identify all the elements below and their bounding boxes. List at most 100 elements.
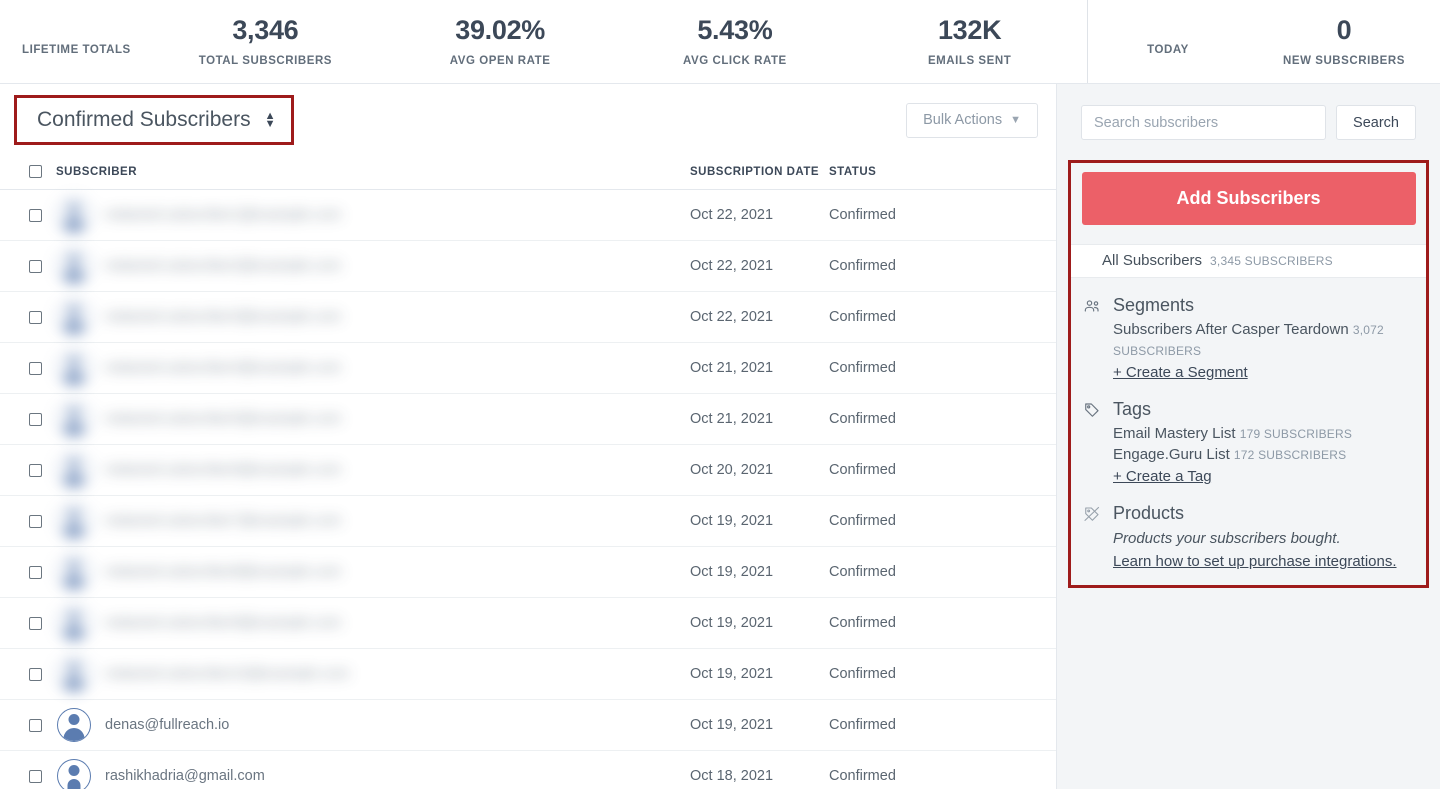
subscriber-cell[interactable]: redacted.subscriber3@example.com xyxy=(56,292,690,343)
today-stats-group: TODAY 0 NEW SUBSCRIBERS xyxy=(1088,0,1440,83)
stat-new-subscribers: 0 NEW SUBSCRIBERS xyxy=(1248,17,1440,67)
row-checkbox[interactable] xyxy=(29,260,42,273)
row-checkbox[interactable] xyxy=(29,770,42,783)
subscriber-filter-value: Confirmed Subscribers xyxy=(37,108,251,132)
row-checkbox[interactable] xyxy=(29,668,42,681)
subscription-date-cell: Oct 22, 2021 xyxy=(690,190,829,241)
row-select-cell xyxy=(0,292,56,343)
stat-total-subscribers: 3,346 TOTAL SUBSCRIBERS xyxy=(148,17,383,67)
subscriber-cell[interactable]: redacted.subscriber10@example.com xyxy=(56,649,690,700)
avatar xyxy=(57,504,91,538)
subscriber-email: redacted.subscriber4@example.com xyxy=(105,360,341,376)
avatar xyxy=(57,657,91,691)
table-row[interactable]: redacted.subscriber1@example.comOct 22, … xyxy=(0,190,1057,241)
column-header-subscription-date[interactable]: SUBSCRIPTION DATE xyxy=(690,156,829,190)
subscriber-cell[interactable]: redacted.subscriber1@example.com xyxy=(56,190,690,241)
status-cell: Confirmed xyxy=(829,598,1057,649)
subscription-date-cell: Oct 19, 2021 xyxy=(690,547,829,598)
table-row[interactable]: redacted.subscriber9@example.comOct 19, … xyxy=(0,598,1057,649)
search-button[interactable]: Search xyxy=(1336,105,1416,140)
row-select-cell xyxy=(0,700,56,751)
all-subscribers-label: All Subscribers xyxy=(1102,252,1202,269)
table-row[interactable]: redacted.subscriber7@example.comOct 19, … xyxy=(0,496,1057,547)
row-select-cell xyxy=(0,241,56,292)
tag-count: 172 SUBSCRIBERS xyxy=(1234,448,1346,462)
select-updown-icon: ▲▼ xyxy=(265,113,276,127)
subscriber-cell[interactable]: redacted.subscriber4@example.com xyxy=(56,343,690,394)
subscriber-cell[interactable]: redacted.subscriber6@example.com xyxy=(56,445,690,496)
bulk-actions-button[interactable]: Bulk Actions ▼ xyxy=(906,103,1038,138)
column-header-status[interactable]: STATUS xyxy=(829,156,1057,190)
create-segment-link[interactable]: + Create a Segment xyxy=(1113,364,1248,381)
row-checkbox[interactable] xyxy=(29,209,42,222)
stat-emails-sent: 132K EMAILS SENT xyxy=(852,17,1087,67)
create-tag-link[interactable]: + Create a Tag xyxy=(1113,468,1212,485)
subscribers-page: LIFETIME TOTALS 3,346 TOTAL SUBSCRIBERS … xyxy=(0,0,1440,789)
row-checkbox[interactable] xyxy=(29,413,42,426)
subscribers-toolbar: Confirmed Subscribers ▲▼ Bulk Actions ▼ xyxy=(0,84,1056,156)
table-row[interactable]: denas@fullreach.ioOct 19, 2021Confirmed xyxy=(0,700,1057,751)
search-input[interactable] xyxy=(1081,105,1326,140)
products-title: Products xyxy=(1113,503,1184,524)
status-cell: Confirmed xyxy=(829,343,1057,394)
subscriber-email: redacted.subscriber2@example.com xyxy=(105,258,341,274)
subscriber-cell[interactable]: redacted.subscriber7@example.com xyxy=(56,496,690,547)
table-row[interactable]: redacted.subscriber8@example.comOct 19, … xyxy=(0,547,1057,598)
row-checkbox[interactable] xyxy=(29,515,42,528)
tag-item[interactable]: Email Mastery List 179 SUBSCRIBERS xyxy=(1082,424,1426,445)
table-row[interactable]: redacted.subscriber4@example.com Oct 21, … xyxy=(0,343,1057,394)
sidebar-item-all-subscribers[interactable]: All Subscribers 3,345 SUBSCRIBERS xyxy=(1071,244,1426,278)
purchase-integrations-link[interactable]: Learn how to set up purchase integration… xyxy=(1113,553,1397,570)
tag-name: Email Mastery List xyxy=(1113,425,1236,442)
status-cell: Confirmed xyxy=(829,700,1057,751)
subscriber-filter-select[interactable]: Confirmed Subscribers ▲▼ xyxy=(20,101,288,139)
row-checkbox[interactable] xyxy=(29,566,42,579)
subscriber-identity-redacted: redacted.subscriber1@example.com xyxy=(56,198,690,232)
table-row[interactable]: redacted.subscriber3@example.comOct 22, … xyxy=(0,292,1057,343)
row-checkbox[interactable] xyxy=(29,719,42,732)
subscriber-cell[interactable]: rashikhadria@gmail.com xyxy=(56,751,690,789)
subscriber-identity-redacted: redacted.subscriber3@example.com xyxy=(56,300,690,334)
row-checkbox[interactable] xyxy=(29,617,42,630)
row-checkbox[interactable] xyxy=(29,311,42,324)
tag-item[interactable]: Engage.Guru List 172 SUBSCRIBERS xyxy=(1082,445,1426,466)
subscription-date-cell: Oct 21, 2021 xyxy=(690,343,829,394)
subscriber-cell[interactable]: redacted.subscriber8@example.com xyxy=(56,547,690,598)
filter-select-highlight: Confirmed Subscribers ▲▼ xyxy=(14,95,294,145)
table-row[interactable]: redacted.subscriber5@example.comOct 21, … xyxy=(0,394,1057,445)
table-row[interactable]: redacted.subscriber2@example.comOct 22, … xyxy=(0,241,1057,292)
segment-item[interactable]: Subscribers After Casper Teardown 3,072 … xyxy=(1082,320,1426,361)
tag-count: 179 SUBSCRIBERS xyxy=(1240,427,1352,441)
tag-icon xyxy=(1082,400,1102,420)
row-checkbox[interactable] xyxy=(29,464,42,477)
subscriber-cell[interactable]: redacted.subscriber2@example.com xyxy=(56,241,690,292)
avatar xyxy=(57,300,91,334)
subscriber-email: redacted.subscriber9@example.com xyxy=(105,615,341,631)
status-cell: Confirmed xyxy=(829,292,1057,343)
subscribers-table: SUBSCRIBER SUBSCRIPTION DATE STATUS reda… xyxy=(0,156,1057,789)
subscriber-cell[interactable]: redacted.subscriber9@example.com xyxy=(56,598,690,649)
tags-header: Tags xyxy=(1082,399,1426,420)
select-all-header xyxy=(0,156,56,190)
stat-value: 39.02% xyxy=(455,17,545,44)
stat-caption: TOTAL SUBSCRIBERS xyxy=(199,55,332,67)
subscriber-cell[interactable]: denas@fullreach.io xyxy=(56,700,690,751)
table-row[interactable]: rashikhadria@gmail.comOct 18, 2021Confir… xyxy=(0,751,1057,789)
lifetime-totals-label: LIFETIME TOTALS xyxy=(0,28,148,56)
segments-group: Segments Subscribers After Casper Teardo… xyxy=(1071,295,1426,382)
add-subscribers-button[interactable]: Add Subscribers xyxy=(1082,172,1416,225)
table-row[interactable]: redacted.subscriber6@example.comOct 20, … xyxy=(0,445,1057,496)
row-select-cell xyxy=(0,598,56,649)
products-header: Products xyxy=(1082,503,1426,524)
select-all-checkbox[interactable] xyxy=(29,165,42,178)
subscription-date-cell: Oct 19, 2021 xyxy=(690,700,829,751)
stat-caption: NEW SUBSCRIBERS xyxy=(1283,55,1405,67)
subscriber-identity-redacted: redacted.subscriber10@example.com xyxy=(56,657,690,691)
subscriber-cell[interactable]: redacted.subscriber5@example.com xyxy=(56,394,690,445)
subscriber-identity-redacted: redacted.subscriber5@example.com xyxy=(56,402,690,436)
subscriber-identity: denas@fullreach.io xyxy=(56,708,690,742)
table-row[interactable]: redacted.subscriber10@example.comOct 19,… xyxy=(0,649,1057,700)
row-checkbox[interactable] xyxy=(29,362,42,375)
stat-value: 132K xyxy=(938,17,1001,44)
column-header-subscriber[interactable]: SUBSCRIBER xyxy=(56,156,690,190)
